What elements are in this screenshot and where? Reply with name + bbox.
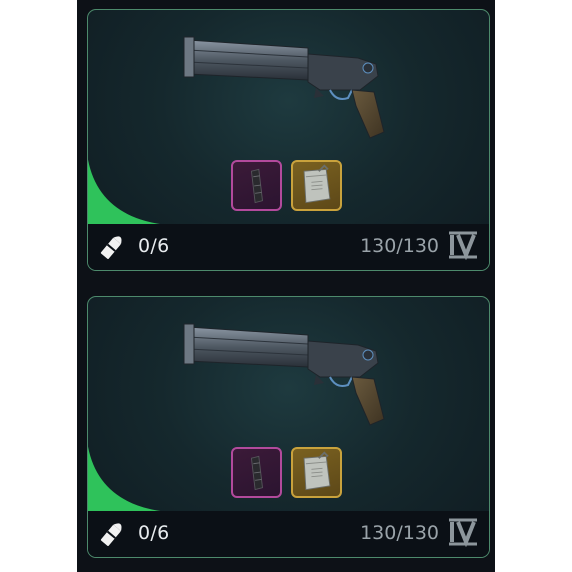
ammo-count: 0/6 [138,235,170,257]
ammo-box-icon [303,451,331,491]
rarity-corner-indicator [88,143,168,225]
magazine-attachment-slot[interactable] [291,447,342,498]
durability-value: 130/130 [360,522,439,544]
tier-iv-badge [449,231,477,260]
bullet-icon [100,523,122,546]
muzzle-attachment-slot[interactable] [231,447,282,498]
weapon-card-1[interactable]: 0/6 130/130 [87,9,490,271]
revolver-weapon-image [183,323,385,426]
weapon-status-bar: 0/6 130/130 [88,224,489,270]
durability-value: 130/130 [360,235,439,257]
suppressor-icon [250,168,263,204]
suppressor-icon [250,455,263,491]
tier-iv-badge [449,518,477,547]
revolver-weapon-image [183,36,385,139]
ammo-count: 0/6 [138,522,170,544]
muzzle-attachment-slot[interactable] [231,160,282,211]
ammo-box-icon [303,164,331,204]
rarity-corner-indicator [88,430,168,512]
bullet-icon [100,236,122,259]
weapon-status-bar: 0/6 130/130 [88,511,489,557]
magazine-attachment-slot[interactable] [291,160,342,211]
weapon-card-2[interactable]: 0/6 130/130 [87,296,490,558]
